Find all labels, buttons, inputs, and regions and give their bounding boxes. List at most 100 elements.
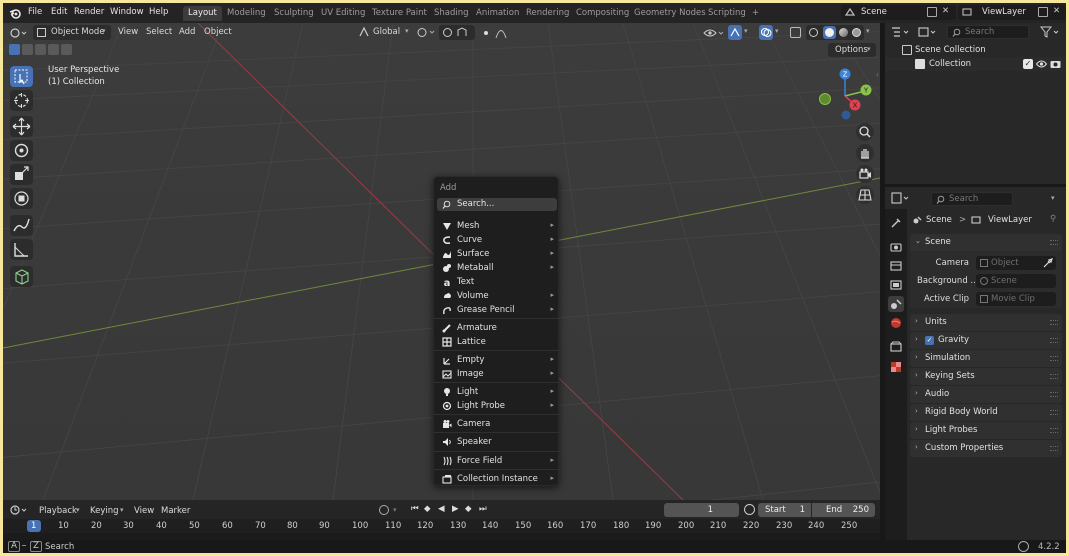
panel-rigid-body-world[interactable]: › Rigid Body World <box>910 404 1062 421</box>
add-menu-item-collection-instance[interactable]: Collection Instance ▸ <box>434 472 560 486</box>
breadcrumb-scene[interactable]: Scene <box>926 215 952 225</box>
chevron-down-icon[interactable]: ▾ <box>1051 194 1055 202</box>
add-cube-tool[interactable] <box>10 266 33 287</box>
material-shading-icon[interactable] <box>839 28 848 37</box>
3d-viewport[interactable]: Object Mode ▾ View Select Add Object Glo… <box>3 23 880 500</box>
render-tab[interactable] <box>888 239 904 255</box>
select-invert-icon[interactable] <box>48 44 59 55</box>
object-mode-dropdown[interactable]: Object Mode ▾ <box>33 25 111 40</box>
add-menu-item-mesh[interactable]: Mesh ▸ <box>434 219 560 233</box>
collection-include-checkbox[interactable]: ✓ <box>1023 59 1033 69</box>
prev-keyframe-icon[interactable]: ◆ <box>424 504 431 514</box>
add-menu-item-surface[interactable]: Surface ▸ <box>434 247 560 261</box>
transform-tool[interactable] <box>10 188 33 209</box>
world-tab[interactable] <box>888 315 904 331</box>
cursor-tool[interactable] <box>10 90 33 111</box>
add-menu-item-camera[interactable]: Camera <box>434 417 560 431</box>
new-view-layer-icon[interactable] <box>1038 7 1048 17</box>
properties-editor-type-icon[interactable] <box>891 192 909 204</box>
select-menu[interactable]: Select <box>146 27 172 37</box>
frame-ruler[interactable]: 10 20 30 40 50 60 70 80 90 100 110 120 130 140 150 160 1… <box>3 519 880 533</box>
next-keyframe-icon[interactable]: ◆ <box>465 504 472 514</box>
tab-texture-paint[interactable]: Texture Paint <box>367 6 432 21</box>
navigation-gizmo[interactable]: Z Y X <box>815 66 875 126</box>
blender-logo-icon[interactable] <box>8 6 22 20</box>
add-menu-item-light[interactable]: Light ▸ <box>434 385 560 399</box>
add-menu-item-grease-pencil[interactable]: Grease Pencil ▸ <box>434 303 560 317</box>
add-menu-item-lattice[interactable]: Lattice <box>434 335 560 349</box>
chevron-down-icon[interactable]: ▾ <box>775 27 779 35</box>
filter-icon[interactable] <box>1040 26 1060 38</box>
panel-simulation[interactable]: › Simulation <box>910 350 1062 367</box>
overlays-toggle[interactable] <box>759 25 773 40</box>
camera-field[interactable]: Object <box>976 256 1056 270</box>
play-reverse-icon[interactable]: ◀ <box>438 504 445 514</box>
properties-search-field[interactable]: Search <box>931 192 1013 206</box>
view-menu[interactable]: View <box>118 27 138 37</box>
menu-render[interactable]: Render <box>74 7 104 17</box>
scene-tab[interactable] <box>888 296 904 312</box>
tab-shading[interactable]: Shading <box>429 6 474 21</box>
add-menu-search[interactable]: Search... <box>437 198 557 211</box>
gizmo-toggle[interactable] <box>728 25 742 40</box>
tab-geometry-nodes[interactable]: Geometry Nodes <box>629 6 711 21</box>
view-layer-tab[interactable] <box>888 277 904 293</box>
clock-icon[interactable] <box>744 504 755 515</box>
menu-edit[interactable]: Edit <box>51 7 67 17</box>
collection-tab[interactable] <box>888 339 904 355</box>
tab-rendering[interactable]: Rendering <box>521 6 574 21</box>
drag-grip-icon[interactable] <box>1050 320 1058 325</box>
solid-shading-button[interactable] <box>823 26 836 39</box>
select-box-tool[interactable] <box>10 66 33 87</box>
orientation-dropdown[interactable]: Global ▾ <box>357 25 412 40</box>
end-frame-field[interactable]: End 250 <box>812 503 875 517</box>
proportional-edit[interactable] <box>478 25 514 40</box>
outliner-row-collection[interactable]: Collection ✓ <box>885 57 1066 71</box>
texture-tab[interactable] <box>888 359 904 375</box>
scene-selector[interactable]: Scene ✕ <box>841 5 956 20</box>
snap-toggle[interactable] <box>439 25 475 40</box>
visibility-icon[interactable] <box>703 26 725 39</box>
add-menu-item-image[interactable]: Image ▸ <box>434 367 560 381</box>
playback-menu[interactable]: Playback <box>39 506 77 516</box>
drag-grip-icon[interactable] <box>1050 374 1058 379</box>
panel-light-probes[interactable]: › Light Probes <box>910 422 1062 439</box>
add-menu-item-force-field[interactable]: Force Field ▸ <box>434 454 560 468</box>
panel-custom-properties[interactable]: › Custom Properties <box>910 440 1062 457</box>
breadcrumb-view-layer[interactable]: ViewLayer <box>988 215 1032 225</box>
chevron-down-icon[interactable]: ▾ <box>76 506 80 514</box>
view-layer-selector[interactable]: ViewLayer ✕ <box>958 5 1066 20</box>
chevron-down-icon[interactable]: ▾ <box>744 27 748 35</box>
tab-compositing[interactable]: Compositing <box>571 6 634 21</box>
add-menu-item-empty[interactable]: Empty ▸ <box>434 353 560 367</box>
measure-tool[interactable] <box>10 239 33 260</box>
outliner-row-scene-collection[interactable]: Scene Collection <box>885 43 1066 57</box>
snap-target-icon[interactable] <box>457 27 467 37</box>
menu-window[interactable]: Window <box>110 7 144 17</box>
tab-sculpting[interactable]: Sculpting <box>269 6 319 21</box>
drag-grip-icon[interactable] <box>1050 240 1058 245</box>
wireframe-shading-icon[interactable] <box>809 28 818 37</box>
outliner-search-field[interactable]: Search <box>947 25 1029 39</box>
drag-grip-icon[interactable] <box>1050 410 1058 415</box>
background-scene-field[interactable]: Scene <box>976 274 1056 288</box>
xray-icon[interactable] <box>790 27 801 38</box>
scale-tool[interactable] <box>10 164 33 185</box>
panel-units[interactable]: › Units <box>910 314 1062 331</box>
pivot-point-icon[interactable] <box>417 27 437 38</box>
menu-help[interactable]: Help <box>149 7 168 17</box>
add-menu-item-light-probe[interactable]: Light Probe ▸ <box>434 399 560 413</box>
chevron-down-icon[interactable]: ▾ <box>120 506 124 514</box>
timeline-view-menu[interactable]: View <box>134 506 154 516</box>
tab-modeling[interactable]: Modeling <box>222 6 271 21</box>
chevron-down-icon[interactable]: ▾ <box>393 506 397 514</box>
menu-file[interactable]: File <box>28 7 42 17</box>
pan-button[interactable] <box>856 144 874 162</box>
current-frame-field[interactable]: 1 <box>664 503 739 517</box>
select-intersect-icon[interactable] <box>61 44 72 55</box>
gravity-checkbox[interactable]: ✓ <box>925 336 934 345</box>
start-frame-field[interactable]: Start 1 <box>758 503 811 517</box>
add-workspace-button[interactable]: + <box>747 6 764 21</box>
eyedropper-icon[interactable] <box>1043 258 1053 268</box>
jump-end-icon[interactable]: ⏭ <box>479 504 487 514</box>
